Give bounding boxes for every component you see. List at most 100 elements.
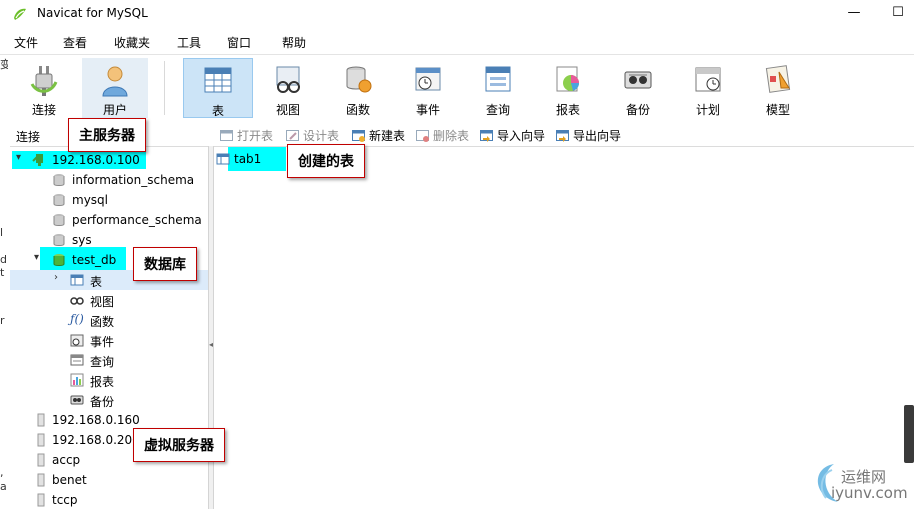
background-window-fragment: , (0, 466, 4, 479)
navicat-window: Navicat for MySQL — ☐ 文件 查看 收藏夹 工具 窗口 帮助… (0, 0, 914, 509)
toolbar-user-button[interactable]: 用户 (82, 58, 148, 118)
server-icon (37, 493, 45, 507)
toolbar-model-label: 模型 (765, 103, 790, 117)
tables-label: 表 (90, 275, 103, 289)
menu-view[interactable]: 查看 (63, 34, 87, 51)
toolbar-model-button[interactable]: 模型 (748, 58, 808, 118)
toolbar-view-button[interactable]: 视图 (258, 58, 318, 118)
database-icon (53, 194, 65, 206)
tree-node-main-server[interactable]: ▾ 192.168.0.100 (10, 150, 208, 170)
expand-arrow-icon[interactable]: › (54, 272, 64, 283)
tree-node-reports[interactable]: 报表 (10, 370, 208, 390)
tree-node-server[interactable]: tccp (10, 490, 208, 510)
export-wizard-button[interactable]: 导出向导 (556, 127, 621, 143)
view-glasses-icon (70, 297, 84, 305)
splitter-grip-icon[interactable]: ◂ (209, 340, 213, 350)
delete-table-button[interactable]: 删除表 (416, 127, 469, 143)
table-icon (216, 153, 230, 165)
toolbar-query-button[interactable]: 查询 (468, 58, 528, 118)
menu-favorites[interactable]: 收藏夹 (114, 34, 150, 51)
collapse-arrow-icon[interactable]: ▾ (34, 252, 44, 263)
toolbar-event-label: 事件 (415, 103, 440, 117)
database-icon (53, 234, 65, 246)
annotation-created-table: 创建的表 (287, 144, 365, 178)
background-window-fragment: a (0, 480, 7, 493)
server-label: 192.168.0.200 (52, 433, 140, 447)
minimize-button[interactable]: — (840, 3, 868, 23)
tree-node-database[interactable]: mysql (10, 190, 208, 210)
menu-file[interactable]: 文件 (14, 34, 38, 51)
main-server-label: 192.168.0.100 (52, 153, 140, 167)
backup-tape-icon (624, 71, 652, 89)
collapse-arrow-icon[interactable]: ▾ (16, 152, 26, 163)
report-chart-icon (556, 66, 579, 92)
toolbar-backup-label: 备份 (625, 103, 650, 117)
report-chart-icon (70, 373, 84, 387)
backup-tape-icon (70, 395, 84, 405)
open-table-button[interactable]: 打开表 (220, 127, 273, 143)
background-window-fragment: 变 (0, 58, 8, 71)
toolbar-user-label: 用户 (102, 103, 127, 117)
background-window-fragment: t (0, 266, 5, 279)
table-icon (70, 274, 84, 286)
toolbar-table-button[interactable]: 表 (183, 58, 253, 118)
new-table-button[interactable]: 新建表 (352, 127, 405, 143)
annotation-main-server: 主服务器 (68, 118, 146, 152)
server-icon (37, 433, 45, 447)
tree-node-database[interactable]: performance_schema (10, 210, 208, 230)
maximize-button[interactable]: ☐ (884, 3, 912, 23)
toolbar-query-label: 查询 (485, 103, 510, 117)
tree-node-server[interactable]: benet (10, 470, 208, 490)
import-wizard-icon (480, 130, 493, 142)
toolbar-schedule-button[interactable]: 计划 (678, 58, 738, 118)
background-window-fragment: d (0, 253, 7, 266)
delete-table-label: 删除表 (433, 129, 470, 143)
functions-label: 函数 (90, 315, 115, 329)
toolbar-backup-button[interactable]: 备份 (608, 58, 668, 118)
navicat-logo-icon (14, 8, 26, 20)
tree-node-queries[interactable]: 查询 (10, 350, 208, 370)
query-table-icon (485, 66, 511, 92)
open-table-icon (220, 130, 233, 141)
side-gadget (904, 405, 914, 463)
toolbar-function-button[interactable]: 函数 (328, 58, 388, 118)
database-icon (53, 174, 65, 186)
server-icon (37, 453, 45, 467)
import-wizard-button[interactable]: 导入向导 (480, 127, 545, 143)
design-table-icon (286, 130, 299, 141)
object-toolbar: 打开表 设计表 新建表 删除表 导入向导 导出向导 (214, 124, 914, 146)
menu-tools[interactable]: 工具 (177, 34, 201, 51)
database-icon (53, 214, 65, 226)
design-table-button[interactable]: 设计表 (286, 127, 339, 143)
tree-node-backups[interactable]: 备份 (10, 390, 208, 410)
server-label: accp (52, 453, 81, 467)
events-label: 事件 (90, 335, 115, 349)
background-window-fragment: l (0, 226, 4, 239)
menu-bar: 文件 查看 收藏夹 工具 窗口 帮助 (0, 30, 914, 54)
background-window-fragment: r (0, 314, 5, 327)
toolbar-connect-button[interactable]: 连接 (14, 58, 74, 118)
test-db-label: test_db (72, 253, 117, 267)
tree-node-functions[interactable]: ƒ() 函数 (10, 310, 208, 330)
toolbar-table-label: 表 (211, 104, 224, 118)
tree-node-database[interactable]: information_schema (10, 170, 208, 190)
watermark-line2: iyunv.com (831, 484, 908, 502)
toolbar-separator (164, 61, 165, 115)
export-wizard-icon (556, 130, 569, 142)
menu-help[interactable]: 帮助 (282, 34, 306, 51)
main-toolbar: 连接 用户 表 视图 函数 事件 查询 报表 备份 计划 模型 (0, 54, 914, 120)
function-database-icon (346, 66, 372, 93)
open-table-label: 打开表 (237, 129, 274, 143)
tree-node-events[interactable]: 事件 (10, 330, 208, 350)
tree-node-server[interactable]: 192.168.0.160 (10, 410, 208, 430)
toolbar-report-button[interactable]: 报表 (538, 58, 598, 118)
toolbar-event-button[interactable]: 事件 (398, 58, 458, 118)
toolbar-view-label: 视图 (275, 103, 300, 117)
menu-window[interactable]: 窗口 (227, 34, 251, 51)
user-icon (102, 66, 128, 97)
annotation-virtual-server: 虚拟服务器 (133, 428, 225, 462)
object-list-area[interactable]: tab1 (214, 146, 914, 509)
new-table-icon (352, 130, 365, 142)
tree-node-views[interactable]: 视图 (10, 290, 208, 310)
connected-server-icon (32, 154, 43, 166)
